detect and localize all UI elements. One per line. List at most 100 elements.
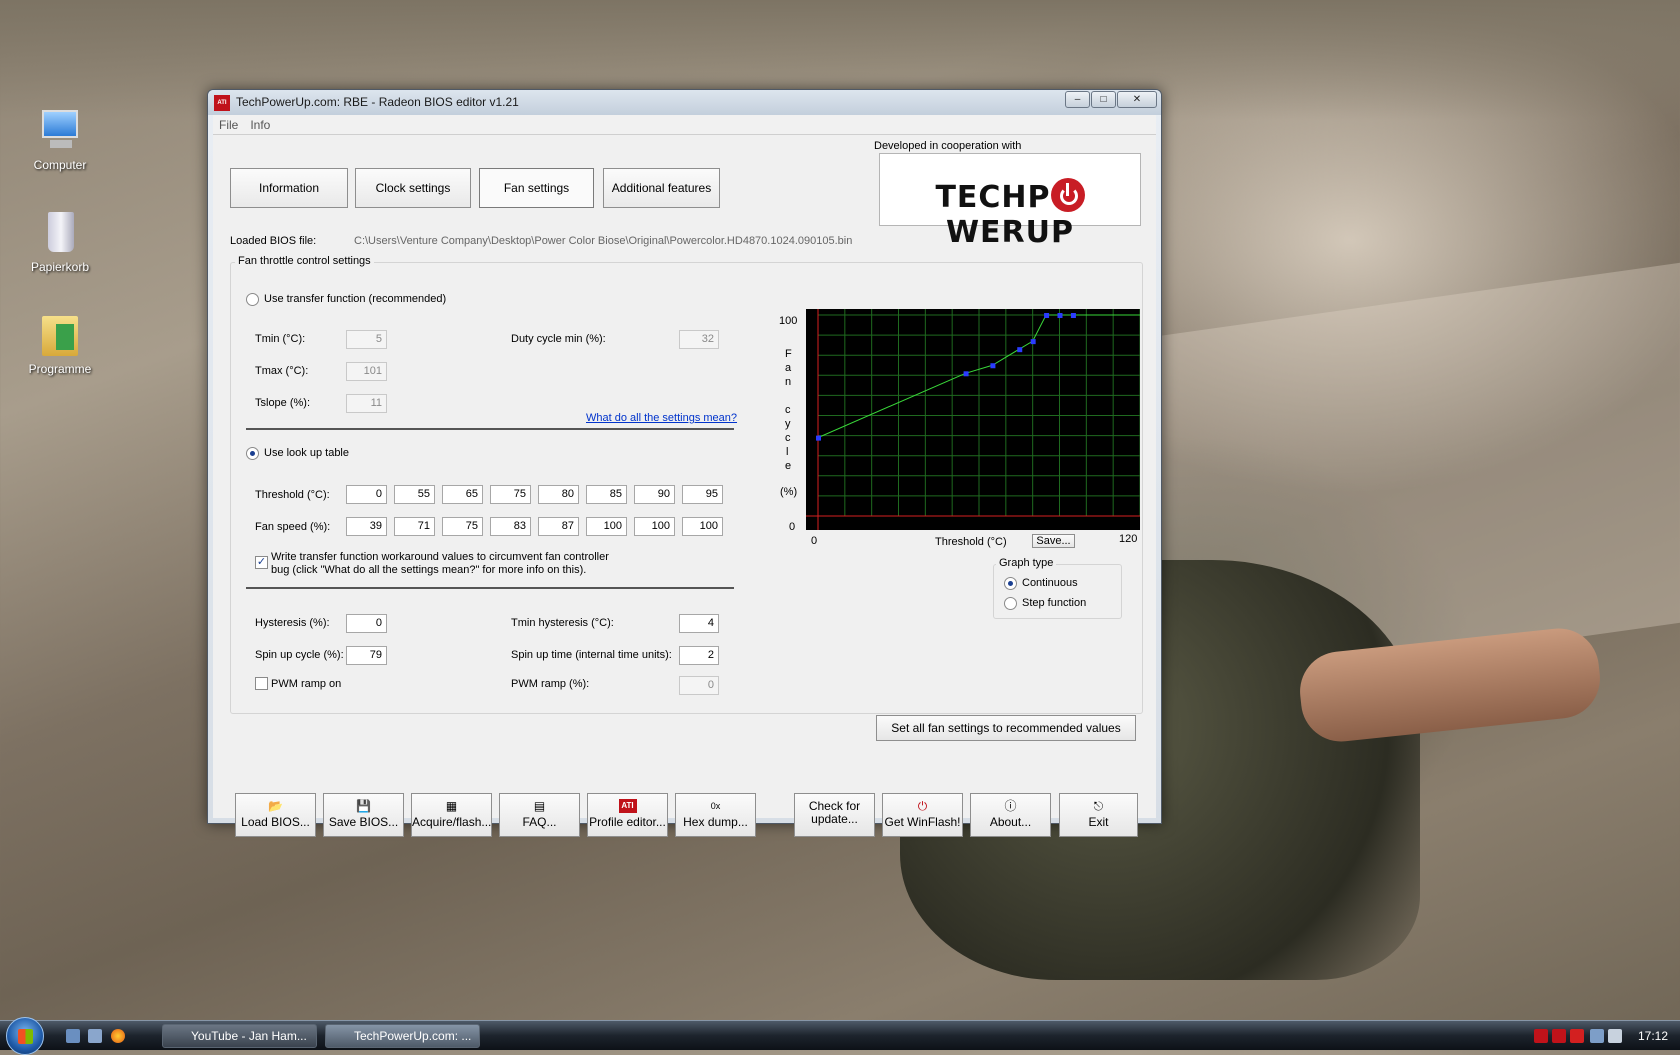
fan-speed-input[interactable]: 39: [346, 517, 387, 536]
about-button[interactable]: ⓘ About...: [970, 793, 1051, 837]
desktop-icon-recycle-bin[interactable]: Papierkorb: [10, 208, 110, 274]
desktop-icon-computer[interactable]: Computer: [10, 106, 110, 172]
profile-editor-button[interactable]: ATI Profile editor...: [587, 793, 668, 837]
tab-additional-features[interactable]: Additional features: [603, 168, 720, 208]
help-link[interactable]: What do all the settings mean?: [586, 412, 737, 424]
techpowerup-logo[interactable]: TECHPWERUP: [879, 153, 1141, 250]
ati-tray-icon[interactable]: [1534, 1029, 1548, 1043]
transfer-function-label: Use transfer function (recommended): [264, 293, 447, 305]
recommended-values-button[interactable]: Set all fan settings to recommended valu…: [876, 715, 1136, 741]
fan-curve-svg: [806, 309, 1140, 530]
show-desktop-icon[interactable]: [66, 1029, 80, 1043]
load-bios-button[interactable]: 📂 Load BIOS...: [235, 793, 316, 837]
profile-editor-label: Profile editor...: [589, 815, 666, 829]
threshold-input[interactable]: 65: [442, 485, 483, 504]
pwm-ramp-input[interactable]: 0: [679, 676, 719, 695]
open-folder-icon: 📂: [268, 799, 283, 813]
spin-up-cycle-input[interactable]: 79: [346, 646, 387, 665]
menu-info[interactable]: Info: [244, 115, 276, 135]
hex-dump-button[interactable]: 0x Hex dump...: [675, 793, 756, 837]
taskbar-button-rbe[interactable]: TechPowerUp.com: ...: [325, 1024, 480, 1048]
save-bios-button[interactable]: 💾 Save BIOS...: [323, 793, 404, 837]
threshold-input[interactable]: 85: [586, 485, 627, 504]
acquire-flash-button[interactable]: ▦ Acquire/flash...: [411, 793, 492, 837]
taskbar-button-youtube[interactable]: YouTube - Jan Ham...: [162, 1024, 317, 1048]
acquire-flash-label: Acquire/flash...: [412, 815, 492, 829]
threshold-input[interactable]: 0: [346, 485, 387, 504]
hysteresis-label: Hysteresis (%):: [255, 617, 330, 629]
antivirus-tray-icon[interactable]: [1570, 1029, 1584, 1043]
system-tray: 17:12: [1530, 1021, 1680, 1051]
faq-button[interactable]: ▤ FAQ...: [499, 793, 580, 837]
tab-information[interactable]: Information: [230, 168, 348, 208]
window-title: TechPowerUp.com: RBE - Radeon BIOS edito…: [236, 95, 519, 109]
hysteresis-input[interactable]: 0: [346, 614, 387, 633]
fan-curve-point: [963, 371, 969, 377]
check-update-button[interactable]: Check for update...: [794, 793, 875, 837]
pwm-ramp-on-checkbox[interactable]: [255, 677, 268, 690]
threshold-input[interactable]: 90: [634, 485, 675, 504]
menu-file[interactable]: File: [213, 115, 244, 135]
switch-windows-icon[interactable]: [88, 1029, 102, 1043]
tab-fan-settings[interactable]: Fan settings: [479, 168, 594, 208]
hex-icon: 0x: [710, 801, 721, 811]
step-function-radio[interactable]: [1004, 597, 1017, 610]
spin-up-time-input[interactable]: 2: [679, 646, 719, 665]
volume-tray-icon[interactable]: [1608, 1029, 1622, 1043]
exit-button[interactable]: ⎋ Exit: [1059, 793, 1138, 837]
fan-speed-input[interactable]: 75: [442, 517, 483, 536]
faq-label: FAQ...: [522, 815, 557, 829]
continuous-radio[interactable]: [1004, 577, 1017, 590]
fan-speed-input[interactable]: 100: [586, 517, 627, 536]
check-update-label: Check for update...: [808, 799, 861, 826]
get-winflash-button[interactable]: ⏻ Get WinFlash!: [882, 793, 963, 837]
fan-speed-input[interactable]: 87: [538, 517, 579, 536]
close-button[interactable]: ✕: [1117, 91, 1157, 108]
duty-cycle-min-input[interactable]: 32: [679, 330, 719, 349]
taskbar: YouTube - Jan Ham... TechPowerUp.com: ..…: [0, 1017, 1680, 1055]
clock: 17:12: [1637, 1029, 1668, 1043]
get-winflash-label: Get WinFlash!: [884, 815, 961, 829]
pwm-ramp-on-label: PWM ramp on: [271, 678, 342, 690]
tmin-hysteresis-input[interactable]: 4: [679, 614, 719, 633]
info-icon: ⓘ: [1004, 799, 1017, 813]
fan-curve-point: [1030, 339, 1036, 345]
fan-speed-input[interactable]: 100: [634, 517, 675, 536]
graph-y-title-letter: a: [785, 362, 792, 374]
fan-throttle-group-title: Fan throttle control settings: [235, 255, 374, 267]
tmin-input[interactable]: 5: [346, 330, 387, 349]
graph-save-button[interactable]: Save...: [1032, 534, 1075, 548]
fan-speed-input[interactable]: 71: [394, 517, 435, 536]
logo-text-right: WERUP: [945, 215, 1075, 250]
threshold-input[interactable]: 55: [394, 485, 435, 504]
maximize-button[interactable]: □: [1091, 91, 1116, 108]
loaded-bios-path: C:\Users\Venture Company\Desktop\Power C…: [354, 235, 853, 247]
desktop-icon-programme[interactable]: Programme: [10, 310, 110, 376]
fan-curve-point: [990, 363, 996, 369]
threshold-input[interactable]: 75: [490, 485, 531, 504]
workaround-checkbox[interactable]: ✓: [255, 556, 268, 569]
recycle-bin-icon: [36, 208, 84, 256]
minimize-button[interactable]: –: [1065, 91, 1090, 108]
tab-clock-settings[interactable]: Clock settings: [355, 168, 471, 208]
network-tray-icon[interactable]: [1590, 1029, 1604, 1043]
tslope-input[interactable]: 11: [346, 394, 387, 413]
lookup-table-radio[interactable]: [246, 447, 259, 460]
fan-speed-label: Fan speed (%):: [255, 521, 331, 533]
tmax-input[interactable]: 101: [346, 362, 387, 381]
firefox-icon[interactable]: [111, 1029, 125, 1043]
fan-curve-point: [1070, 313, 1076, 318]
ati-tray-icon[interactable]: [1552, 1029, 1566, 1043]
transfer-function-radio[interactable]: [246, 293, 259, 306]
title-bar[interactable]: ATI TechPowerUp.com: RBE - Radeon BIOS e…: [208, 90, 1161, 115]
desktop-icon-label: Computer: [33, 158, 87, 172]
start-button[interactable]: [6, 1017, 44, 1055]
about-label: About...: [989, 815, 1032, 829]
ati-logo-icon: ATI: [618, 799, 637, 813]
threshold-input[interactable]: 95: [682, 485, 723, 504]
fan-speed-input[interactable]: 100: [682, 517, 723, 536]
lookup-table-label: Use look up table: [264, 447, 349, 459]
fan-speed-input[interactable]: 83: [490, 517, 531, 536]
threshold-input[interactable]: 80: [538, 485, 579, 504]
graph-x-title: Threshold (°C): [935, 536, 1007, 548]
